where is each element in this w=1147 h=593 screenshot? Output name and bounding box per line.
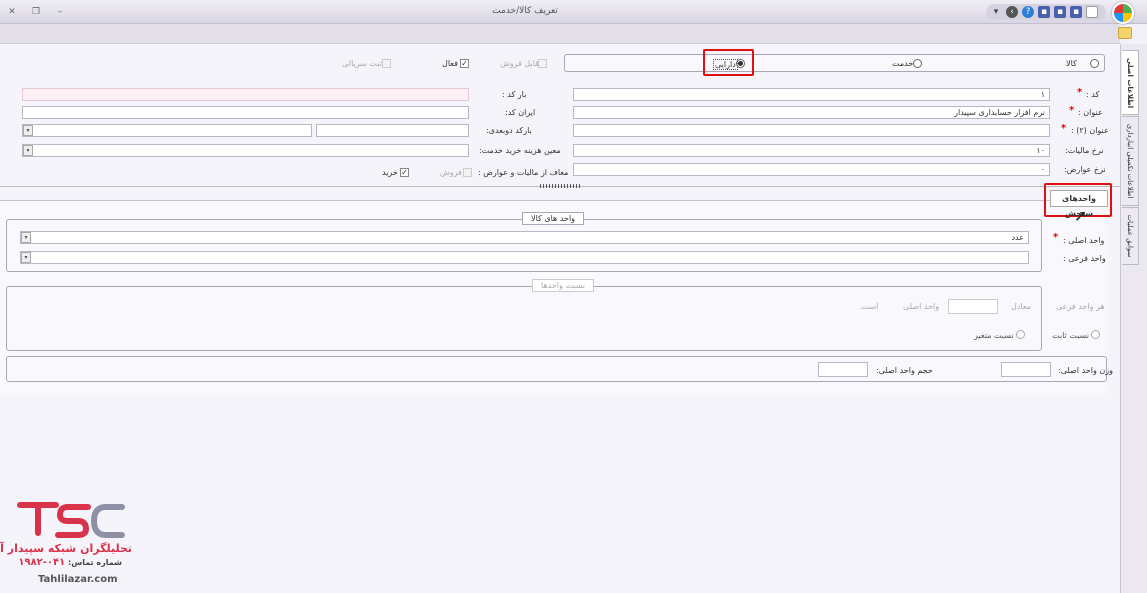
irancode-label: ایران کد: bbox=[505, 108, 536, 117]
quick-toolbar: ▾ ‹ ? ▪ ▪ ▪ bbox=[986, 4, 1106, 20]
required-mark: * bbox=[1053, 232, 1059, 243]
tsc-logo-icon bbox=[17, 502, 125, 538]
required-mark: * bbox=[1069, 105, 1075, 116]
title2-input[interactable] bbox=[573, 124, 1050, 137]
chevron-down-icon[interactable]: ▾ bbox=[23, 125, 33, 136]
checkbox-sabt-seriyali-label: ثبت سریالی bbox=[342, 59, 382, 68]
window-title: تعریف کالا/خدمت bbox=[492, 6, 558, 16]
checkbox-faal[interactable]: ✓ bbox=[460, 59, 469, 68]
chevron-down-icon[interactable]: ▾ bbox=[21, 232, 31, 243]
required-mark: * bbox=[1077, 87, 1083, 98]
is-label: است. bbox=[859, 302, 879, 311]
chevron-down-icon[interactable]: ▾ bbox=[990, 6, 1002, 18]
side-tab-history[interactable]: سوابق عملیات bbox=[1122, 207, 1139, 265]
title2-label: عنوان (۲) : bbox=[1071, 126, 1109, 135]
watermark-phone-row: شماره تماس: ۰۴۱-۱۹۸۲ bbox=[18, 557, 122, 568]
checkbox-qabel-forush[interactable] bbox=[538, 59, 547, 68]
title-input[interactable]: نرم افزار حسابداری سپیدار bbox=[573, 106, 1050, 119]
code-input[interactable]: ۱ bbox=[573, 88, 1050, 101]
radio-khedmat[interactable] bbox=[913, 59, 922, 68]
ratio-group-title: نسبت واحدها bbox=[532, 279, 595, 292]
save-icon[interactable]: ▪ bbox=[1038, 6, 1050, 18]
barcode2-input[interactable] bbox=[316, 124, 469, 137]
weight-group bbox=[6, 356, 1107, 382]
type-radio-group bbox=[564, 54, 1105, 72]
checkbox-buy[interactable]: ✓ bbox=[400, 168, 409, 177]
radio-variable-ratio[interactable] bbox=[1016, 330, 1025, 339]
cost-label: معین هزینه خرید خدمت: bbox=[479, 146, 561, 155]
checkbox-sale-label: فروش bbox=[440, 168, 462, 177]
side-tab-label: اطلاعات اصلی bbox=[1126, 57, 1134, 108]
palette-icon[interactable] bbox=[1118, 27, 1132, 39]
main-unit-text: واحد اصلی bbox=[903, 302, 940, 311]
title-bar: ✕ ❐ – تعریف کالا/خدمت ▾ ‹ ? ▪ ▪ ▪ bbox=[0, 0, 1147, 24]
weight-input[interactable] bbox=[1001, 362, 1051, 377]
tax-rate-label: نرخ مالیات: bbox=[1065, 146, 1104, 155]
radio-kala-label: کالا bbox=[1066, 59, 1077, 68]
tax-rate-input[interactable]: ۱۰ bbox=[573, 144, 1050, 157]
volume-label: حجم واحد اصلی: bbox=[876, 366, 933, 375]
barcode-label: بار کد : bbox=[502, 90, 527, 99]
barcode-input[interactable] bbox=[22, 88, 469, 101]
save-close-icon[interactable]: ▪ bbox=[1054, 6, 1066, 18]
volume-input[interactable] bbox=[818, 362, 868, 377]
sub-unit-label: واحد فرعی : bbox=[1063, 254, 1106, 263]
watermark-phone-label: شماره تماس: bbox=[68, 558, 122, 567]
barcode2-label: بارکد دوبعدی: bbox=[486, 126, 532, 135]
checkbox-sabt-seriyali[interactable] bbox=[382, 59, 391, 68]
side-tab-main-info[interactable]: اطلاعات اصلی bbox=[1122, 50, 1139, 115]
radio-khedmat-label: خدمت bbox=[892, 59, 914, 68]
new-document-icon[interactable] bbox=[1086, 6, 1098, 18]
tab-units[interactable]: واحدهای سنجش bbox=[1050, 190, 1108, 218]
radio-fixed-ratio[interactable] bbox=[1091, 330, 1100, 339]
radio-darayi-label: دارایی bbox=[713, 59, 738, 70]
side-tab-warehouse-info[interactable]: اطلاعات تکمیلی انبارداری bbox=[1122, 116, 1139, 206]
radio-variable-label: نسبت متغیر bbox=[974, 331, 1014, 340]
checkbox-sale[interactable] bbox=[463, 168, 472, 177]
barcode2-select[interactable] bbox=[22, 124, 312, 137]
exempt-label: معاف از مالیات و عوارض : bbox=[478, 168, 569, 177]
checkbox-faal-label: فعال bbox=[442, 59, 458, 68]
duties-rate-label: نرخ عوارض: bbox=[1064, 165, 1106, 174]
ratio-input[interactable] bbox=[948, 299, 998, 314]
irancode-input[interactable] bbox=[22, 106, 469, 119]
back-icon[interactable]: ‹ bbox=[1006, 6, 1018, 18]
cursor-icon: ➚ bbox=[1074, 206, 1088, 225]
cost-select[interactable] bbox=[22, 144, 469, 157]
checkbox-qabel-forush-label: قابل فروش bbox=[500, 59, 539, 68]
chevron-down-icon[interactable]: ▾ bbox=[23, 145, 33, 156]
chevron-down-icon[interactable]: ▾ bbox=[21, 252, 31, 263]
title-label: عنوان : bbox=[1078, 108, 1103, 117]
equal-label: معادل bbox=[1011, 302, 1031, 311]
splitter-handle[interactable] bbox=[540, 184, 582, 188]
side-tab-label: اطلاعات تکمیلی انبارداری bbox=[1126, 123, 1134, 199]
toolbar-strip bbox=[0, 24, 1132, 44]
watermark-phone: ۰۴۱-۱۹۸۲ bbox=[18, 557, 66, 568]
ratio-group bbox=[6, 286, 1042, 351]
sub-unit-select[interactable] bbox=[20, 251, 1029, 264]
code-label: کد : bbox=[1086, 90, 1100, 99]
save-new-icon[interactable]: ▪ bbox=[1070, 6, 1082, 18]
help-icon[interactable]: ? bbox=[1022, 6, 1034, 18]
watermark-site: Tahlilazar.com bbox=[38, 574, 118, 585]
company-logo bbox=[16, 499, 126, 541]
weight-label: وزن واحد اصلی: bbox=[1058, 366, 1113, 375]
each-sub-label: هر واحد فرعی bbox=[1056, 302, 1105, 311]
main-unit-label: واحد اصلی : bbox=[1063, 236, 1105, 245]
radio-kala[interactable] bbox=[1090, 59, 1099, 68]
units-group-title: واحد های کالا bbox=[522, 212, 585, 225]
watermark-company: تحلیلگران شبکه سپیدار آذر bbox=[0, 542, 132, 555]
app-logo-icon[interactable] bbox=[1112, 2, 1134, 24]
units-group bbox=[6, 219, 1042, 272]
required-mark: * bbox=[1061, 123, 1067, 134]
main-unit-select[interactable]: عدد bbox=[20, 231, 1029, 244]
side-tab-label: سوابق عملیات bbox=[1126, 214, 1134, 258]
radio-fixed-label: نسبت ثابت bbox=[1052, 331, 1089, 340]
duties-rate-input[interactable]: ۰ bbox=[573, 163, 1050, 176]
checkbox-buy-label: خرید bbox=[382, 168, 398, 177]
